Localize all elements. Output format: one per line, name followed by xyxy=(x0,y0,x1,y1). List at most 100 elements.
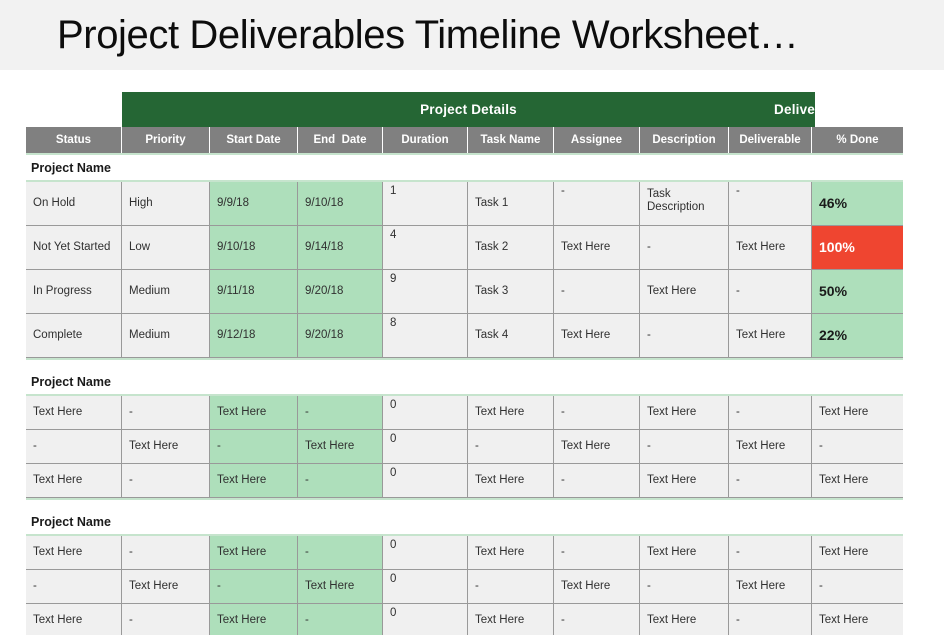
cell-task-name[interactable]: - xyxy=(468,570,554,604)
table-row[interactable]: Not Yet Started Low 9/10/18 9/14/18 4 Task 2T… xyxy=(26,226,903,270)
table-row[interactable]: Text Here - Text Here -0 Text Here - Text Here… xyxy=(26,396,903,430)
cell-end-date[interactable]: Text Here xyxy=(298,570,383,604)
cell-status[interactable]: Text Here xyxy=(26,464,122,498)
cell-task-name[interactable]: Task 2 xyxy=(468,226,554,270)
cell-duration[interactable]: 0 xyxy=(383,464,468,498)
table-row[interactable]: - Text Here - Text Here 0- Text Here - Text Her… xyxy=(26,430,903,464)
cell-assignee[interactable]: - xyxy=(554,464,640,498)
cell-task-name[interactable]: Text Here xyxy=(468,536,554,570)
cell-percent-done[interactable]: Text Here xyxy=(812,604,903,635)
cell-deliverable[interactable]: - xyxy=(729,604,812,635)
cell-description[interactable]: Text Here xyxy=(640,396,729,430)
table-row[interactable]: In Progress Medium 9/11/18 9/20/18 9 Task 3-T… xyxy=(26,270,903,314)
cell-start-date[interactable]: - xyxy=(210,570,298,604)
cell-assignee[interactable]: - xyxy=(554,182,640,226)
cell-priority[interactable]: Text Here xyxy=(122,570,210,604)
cell-deliverable[interactable]: Text Here xyxy=(729,314,812,358)
cell-duration[interactable]: 9 xyxy=(383,270,468,314)
cell-assignee[interactable]: - xyxy=(554,270,640,314)
project-name-row[interactable]: Project Name xyxy=(26,155,903,182)
cell-end-date[interactable]: - xyxy=(298,604,383,635)
cell-status[interactable]: Text Here xyxy=(26,604,122,635)
cell-description[interactable]: - xyxy=(640,430,729,464)
cell-start-date[interactable]: Text Here xyxy=(210,464,298,498)
cell-assignee[interactable]: Text Here xyxy=(554,314,640,358)
cell-description[interactable]: Text Here xyxy=(640,536,729,570)
cell-start-date[interactable]: - xyxy=(210,430,298,464)
cell-percent-done[interactable]: Text Here xyxy=(812,464,903,498)
cell-deliverable[interactable]: - xyxy=(729,270,812,314)
cell-assignee[interactable]: Text Here xyxy=(554,226,640,270)
cell-percent-done[interactable]: Text Here xyxy=(812,396,903,430)
cell-end-date[interactable]: Text Here xyxy=(298,430,383,464)
cell-deliverable[interactable]: - xyxy=(729,536,812,570)
cell-status[interactable]: Not Yet Started xyxy=(26,226,122,270)
column-header-end-date[interactable]: End Date xyxy=(298,127,383,153)
cell-deliverable[interactable]: - xyxy=(729,464,812,498)
cell-start-date[interactable]: Text Here xyxy=(210,536,298,570)
cell-percent-done[interactable]: - xyxy=(812,430,903,464)
table-row[interactable]: Text Here - Text Here -0 Text Here - Text Here… xyxy=(26,536,903,570)
cell-percent-done[interactable]: - xyxy=(812,570,903,604)
cell-end-date[interactable]: - xyxy=(298,464,383,498)
column-header-task-name[interactable]: Task Name xyxy=(468,127,554,153)
cell-duration[interactable]: 0 xyxy=(383,396,468,430)
table-row[interactable]: Text Here - Text Here -0 Text Here - Text Here… xyxy=(26,604,903,635)
cell-status[interactable]: - xyxy=(26,570,122,604)
cell-description[interactable]: Text Here xyxy=(640,604,729,635)
cell-task-name[interactable]: Task 1 xyxy=(468,182,554,226)
column-header-assignee[interactable]: Assignee xyxy=(554,127,640,153)
cell-assignee[interactable]: - xyxy=(554,396,640,430)
cell-status[interactable]: Text Here xyxy=(26,396,122,430)
cell-description[interactable]: Text Here xyxy=(640,464,729,498)
cell-priority[interactable]: Medium xyxy=(122,270,210,314)
cell-end-date[interactable]: - xyxy=(298,396,383,430)
cell-priority[interactable]: High xyxy=(122,182,210,226)
column-header-priority[interactable]: Priority xyxy=(122,127,210,153)
cell-description[interactable]: Text Here xyxy=(640,270,729,314)
cell-start-date[interactable]: 9/10/18 xyxy=(210,226,298,270)
cell-duration[interactable]: 0 xyxy=(383,536,468,570)
cell-status[interactable]: On Hold xyxy=(26,182,122,226)
cell-priority[interactable]: Medium xyxy=(122,314,210,358)
cell-duration[interactable]: 8 xyxy=(383,314,468,358)
table-row[interactable]: Text Here - Text Here -0 Text Here - Text Here… xyxy=(26,464,903,498)
cell-priority[interactable]: - xyxy=(122,536,210,570)
cell-end-date[interactable]: 9/20/18 xyxy=(298,270,383,314)
column-header-percent-done[interactable]: % Done xyxy=(812,127,903,153)
cell-start-date[interactable]: 9/11/18 xyxy=(210,270,298,314)
cell-percent-done[interactable]: Text Here xyxy=(812,536,903,570)
cell-deliverable[interactable]: Text Here xyxy=(729,226,812,270)
cell-duration[interactable]: 4 xyxy=(383,226,468,270)
table-row[interactable]: Complete Medium 9/12/18 9/20/18 8 Task 4 Text … xyxy=(26,314,903,358)
cell-start-date[interactable]: Text Here xyxy=(210,396,298,430)
table-row[interactable]: On Hold High 9/9/18 9/10/18 1 Task 1- Task Des… xyxy=(26,182,903,226)
cell-priority[interactable]: - xyxy=(122,464,210,498)
cell-task-name[interactable]: Text Here xyxy=(468,604,554,635)
cell-status[interactable]: In Progress xyxy=(26,270,122,314)
column-header-status[interactable]: Status xyxy=(26,127,122,153)
cell-duration[interactable]: 0 xyxy=(383,570,468,604)
cell-task-name[interactable]: Text Here xyxy=(468,396,554,430)
cell-assignee[interactable]: Text Here xyxy=(554,570,640,604)
cell-task-name[interactable]: Text Here xyxy=(468,464,554,498)
cell-start-date[interactable]: 9/9/18 xyxy=(210,182,298,226)
cell-duration[interactable]: 1 xyxy=(383,182,468,226)
cell-status[interactable]: Text Here xyxy=(26,536,122,570)
cell-status[interactable]: Complete xyxy=(26,314,122,358)
cell-priority[interactable]: - xyxy=(122,396,210,430)
cell-priority[interactable]: - xyxy=(122,604,210,635)
cell-percent-done[interactable]: 100% xyxy=(812,226,903,270)
cell-end-date[interactable]: 9/10/18 xyxy=(298,182,383,226)
column-header-description[interactable]: Description xyxy=(640,127,729,153)
project-name-row[interactable]: Project Name xyxy=(26,369,903,396)
cell-end-date[interactable]: 9/14/18 xyxy=(298,226,383,270)
cell-description[interactable]: - xyxy=(640,314,729,358)
cell-description[interactable]: Task Description xyxy=(640,182,729,226)
cell-status[interactable]: - xyxy=(26,430,122,464)
cell-assignee[interactable]: - xyxy=(554,604,640,635)
cell-priority[interactable]: Text Here xyxy=(122,430,210,464)
cell-priority[interactable]: Low xyxy=(122,226,210,270)
column-header-start-date[interactable]: Start Date xyxy=(210,127,298,153)
cell-task-name[interactable]: Task 3 xyxy=(468,270,554,314)
